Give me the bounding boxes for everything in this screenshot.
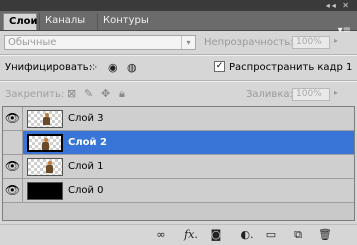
eye-icon[interactable]: 👁︎ [3,107,23,130]
propagate-frame-label: Распространить кадр 1 [229,62,353,73]
mask-icon[interactable]: ◙ [208,228,224,242]
propagate-frame-checkbox[interactable]: ✓ [214,61,225,72]
lock-all-icon[interactable]: 🔒︎ [119,87,125,101]
layer-thumbnail [27,182,63,200]
layer-row[interactable]: 👁︎ Слой 1 [3,155,354,179]
eye-icon[interactable]: 👁︎ [3,155,23,178]
layer-name: Слой 1 [68,161,104,172]
tab-strip: Слои Каналы Контуры ▾≡ [0,11,357,36]
layers-list: 👁︎ Слой 3 👁︎ Слой 2 👁︎ Слой 1 👁︎ Слой 0 [2,106,355,221]
fx-icon[interactable]: fx. [182,228,200,242]
unify-visibility-icon[interactable]: ◉ [108,60,118,75]
lock-transparency-icon[interactable]: ⊠ [67,87,76,100]
opacity-dropdown-icon[interactable]: ▸ [334,36,338,45]
blend-mode-select[interactable]: Обычные ▾ [4,35,196,50]
tab-layers[interactable]: Слои [3,13,38,30]
fill-dropdown-icon[interactable]: ▸ [334,88,338,97]
divider [0,81,357,82]
lock-paint-icon[interactable]: ✎ [84,87,93,100]
fill-value: 100% [296,89,322,99]
unify-position-icon[interactable]: ⁘ [89,60,98,75]
bottom-toolbar: ∞ fx. ◙ ◐. ▭ ⧉ 🗑︎ [0,224,357,245]
layer-row-selected[interactable]: 👁︎ Слой 2 [3,131,354,155]
unify-style-icon[interactable]: ◍ [127,60,137,75]
group-folder-icon[interactable]: ▭ [264,228,278,242]
layer-name: Слой 0 [68,185,104,196]
layer-row[interactable]: 👁︎ Слой 3 [3,107,354,131]
visibility-toggle[interactable]: 👁︎ [3,131,23,154]
blend-mode-value: Обычные [8,37,57,48]
panel-menu-icon[interactable]: ▾≡ [338,25,351,36]
layers-panel: ◂◂ ✕ Слои Каналы Контуры ▾≡ Обычные ▾ Не… [0,0,357,245]
link-icon[interactable]: ∞ [153,228,169,242]
collapse-close-icons[interactable]: ◂◂ ✕ [326,0,351,11]
panel-titlebar: ◂◂ ✕ [0,0,357,11]
eye-icon[interactable]: 👁︎ [3,179,23,202]
divider [0,55,357,56]
lock-label: Закрепить: [5,89,65,100]
opacity-field[interactable]: 100% [292,36,330,49]
layer-name: Слой 2 [68,137,107,148]
opacity-label: Непрозрачность: [204,37,294,48]
opacity-value: 100% [296,37,322,47]
lock-move-icon[interactable]: ✥ [101,87,110,100]
layer-thumbnail [27,134,63,152]
layer-thumbnail [27,158,63,176]
tab-paths[interactable]: Контуры [97,13,159,30]
trash-icon[interactable]: 🗑︎ [318,228,332,242]
unify-label: Унифицировать: [5,62,93,73]
fill-field[interactable]: 100% [292,88,330,101]
layer-thumbnail [27,110,63,128]
fill-label: Заливка: [246,89,293,100]
layer-row[interactable]: 👁︎ Слой 0 [3,179,354,203]
layer-name: Слой 3 [68,113,104,124]
chevron-down-icon: ▾ [181,36,195,49]
tab-channels[interactable]: Каналы [39,13,93,30]
adjustment-icon[interactable]: ◐. [238,228,256,242]
new-layer-icon[interactable]: ⧉ [291,228,305,242]
